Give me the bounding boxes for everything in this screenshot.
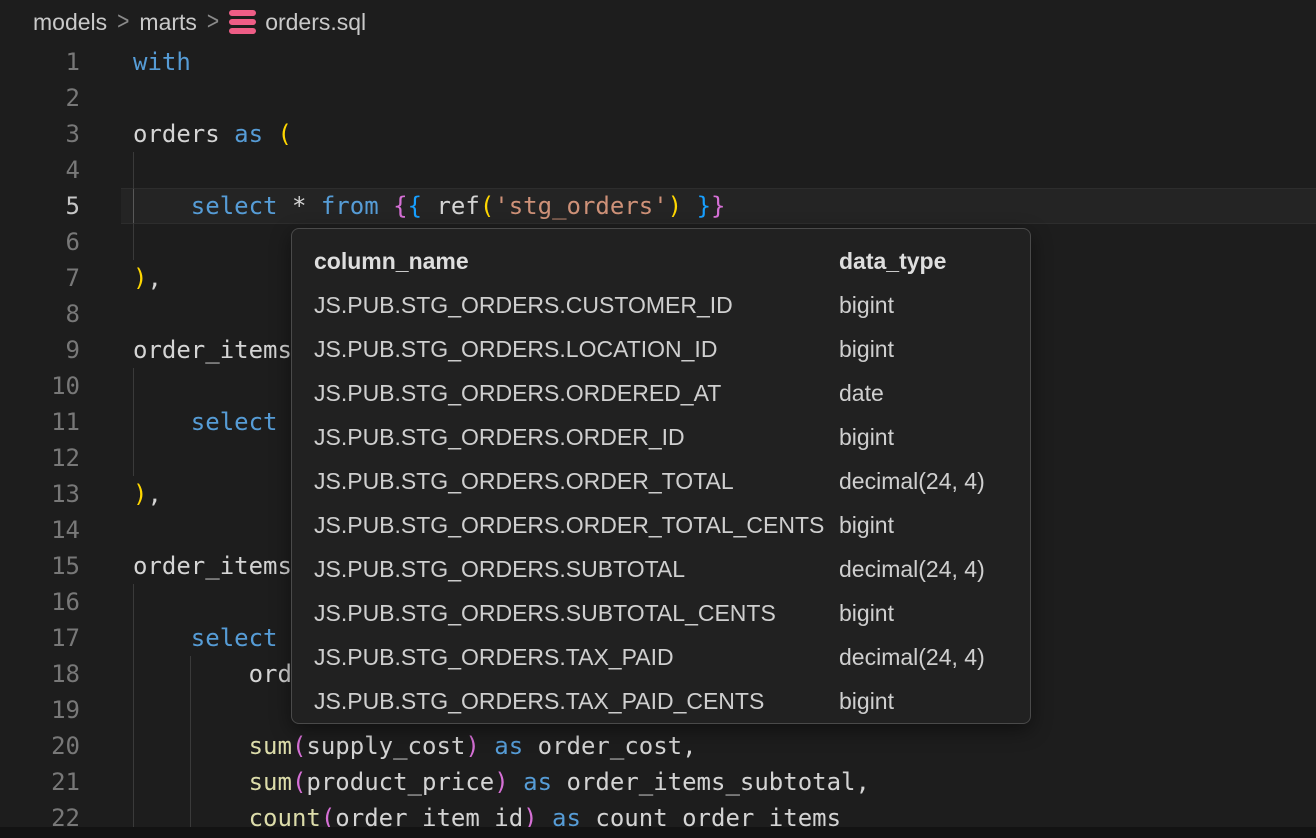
breadcrumb: models > marts > orders.sql xyxy=(0,0,1316,44)
popup-cell-data-type: decimal(24, 4) xyxy=(839,635,985,679)
file-name: orders.sql xyxy=(265,9,366,36)
line-number: 14 xyxy=(0,512,80,548)
popup-header-row: column_name data_type xyxy=(292,239,1030,283)
line-number: 1 xyxy=(0,44,80,80)
line-number: 19 xyxy=(0,692,80,728)
chevron-right-icon: > xyxy=(117,7,129,37)
column-info-popup: column_name data_type JS.PUB.STG_ORDERS.… xyxy=(291,228,1031,724)
line-number: 10 xyxy=(0,368,80,404)
breadcrumb-item-file[interactable]: orders.sql xyxy=(229,9,366,36)
popup-row: JS.PUB.STG_ORDERS.ORDER_ID bigint xyxy=(292,415,1030,459)
indent-guide xyxy=(133,189,134,223)
popup-row: JS.PUB.STG_ORDERS.TAX_PAID decimal(24, 4) xyxy=(292,635,1030,679)
code-text: order_items xyxy=(133,332,292,368)
popup-cell-data-type: bigint xyxy=(839,503,894,547)
editor-pane[interactable]: 1 with 23 orders as ( 45 select * from {{ re… xyxy=(0,44,1316,838)
popup-cell-column-name: JS.PUB.STG_ORDERS.CUSTOMER_ID xyxy=(314,283,733,327)
popup-cell-data-type: bigint xyxy=(839,679,894,723)
popup-cell-column-name: JS.PUB.STG_ORDERS.LOCATION_ID xyxy=(314,327,717,371)
line-number: 18 xyxy=(0,656,80,692)
line-number: 13 xyxy=(0,476,80,512)
popup-row: JS.PUB.STG_ORDERS.SUBTOTAL decimal(24, 4) xyxy=(292,547,1030,591)
line-number: 4 xyxy=(0,152,80,188)
popup-rows: JS.PUB.STG_ORDERS.CUSTOMER_IDbigintJS.PU… xyxy=(292,283,1030,723)
popup-cell-column-name: JS.PUB.STG_ORDERS.ORDER_ID xyxy=(314,415,685,459)
code-line-21[interactable]: 21 sum(product_price) as order_items_sub… xyxy=(0,764,1316,800)
code-line-5[interactable]: 5 select * from {{ ref('stg_orders') }} xyxy=(0,188,1316,224)
code-text: ), xyxy=(133,260,162,296)
popup-cell-data-type: decimal(24, 4) xyxy=(839,547,985,591)
line-number: 15 xyxy=(0,548,80,584)
popup-cell-column-name: JS.PUB.STG_ORDERS.ORDER_TOTAL xyxy=(314,459,734,503)
line-number: 2 xyxy=(0,80,80,116)
database-icon xyxy=(229,10,256,34)
popup-cell-data-type: bigint xyxy=(839,283,894,327)
code-text: sum(product_price) as order_items_subtot… xyxy=(133,764,870,800)
popup-cell-data-type: decimal(24, 4) xyxy=(839,459,985,503)
code-text: ), xyxy=(133,476,162,512)
code-line-4[interactable]: 4 xyxy=(0,152,1316,188)
popup-header-data-type: data_type xyxy=(839,239,946,283)
popup-cell-column-name: JS.PUB.STG_ORDERS.ORDERED_AT xyxy=(314,371,721,415)
code-editor-window: models > marts > orders.sql 1 with 23 order… xyxy=(0,0,1316,838)
chevron-right-icon: > xyxy=(207,7,219,37)
line-number: 17 xyxy=(0,620,80,656)
code-text: ord xyxy=(133,656,292,692)
code-line-2[interactable]: 2 xyxy=(0,80,1316,116)
popup-cell-column-name: JS.PUB.STG_ORDERS.ORDER_TOTAL_CENTS xyxy=(314,503,824,547)
line-number: 21 xyxy=(0,764,80,800)
line-number: 3 xyxy=(0,116,80,152)
line-number: 12 xyxy=(0,440,80,476)
popup-cell-data-type: bigint xyxy=(839,327,894,371)
popup-row: JS.PUB.STG_ORDERS.CUSTOMER_ID bigint xyxy=(292,283,1030,327)
code-line-3[interactable]: 3 orders as ( xyxy=(0,116,1316,152)
line-number: 6 xyxy=(0,224,80,260)
popup-header-column-name: column_name xyxy=(314,239,469,283)
popup-cell-data-type: bigint xyxy=(839,591,894,635)
popup-row: JS.PUB.STG_ORDERS.SUBTOTAL_CENTS bigint xyxy=(292,591,1030,635)
popup-cell-data-type: date xyxy=(839,371,884,415)
line-number: 11 xyxy=(0,404,80,440)
code-line-20[interactable]: 20 sum(supply_cost) as order_cost, xyxy=(0,728,1316,764)
popup-row: JS.PUB.STG_ORDERS.ORDERED_AT date xyxy=(292,371,1030,415)
popup-row: JS.PUB.STG_ORDERS.ORDER_TOTAL_CENTS bigin… xyxy=(292,503,1030,547)
popup-cell-data-type: bigint xyxy=(839,415,894,459)
popup-cell-column-name: JS.PUB.STG_ORDERS.TAX_PAID xyxy=(314,635,674,679)
popup-cell-column-name: JS.PUB.STG_ORDERS.SUBTOTAL xyxy=(314,547,685,591)
code-text: select xyxy=(133,620,278,656)
line-number: 20 xyxy=(0,728,80,764)
popup-cell-column-name: JS.PUB.STG_ORDERS.SUBTOTAL_CENTS xyxy=(314,591,776,635)
popup-cell-column-name: JS.PUB.STG_ORDERS.TAX_PAID_CENTS xyxy=(314,679,764,723)
code-text: order_items xyxy=(133,548,292,584)
breadcrumb-item-marts[interactable]: marts xyxy=(139,9,197,36)
line-number: 9 xyxy=(0,332,80,368)
line-number: 5 xyxy=(0,188,80,224)
line-number: 7 xyxy=(0,260,80,296)
line-number: 8 xyxy=(0,296,80,332)
code-text: with xyxy=(133,44,191,80)
code-line-1[interactable]: 1 with xyxy=(0,44,1316,80)
code-text: sum(supply_cost) as order_cost, xyxy=(133,728,697,764)
breadcrumb-item-models[interactable]: models xyxy=(33,9,107,36)
code-text: orders as ( xyxy=(133,116,292,152)
window-bottom-edge xyxy=(0,827,1316,838)
code-text: select * from {{ ref('stg_orders') }} xyxy=(133,188,725,224)
line-number: 16 xyxy=(0,584,80,620)
popup-row: JS.PUB.STG_ORDERS.LOCATION_ID bigint xyxy=(292,327,1030,371)
popup-row: JS.PUB.STG_ORDERS.ORDER_TOTAL decimal(24,… xyxy=(292,459,1030,503)
code-text: select xyxy=(133,404,278,440)
popup-row: JS.PUB.STG_ORDERS.TAX_PAID_CENTS bigint xyxy=(292,679,1030,723)
